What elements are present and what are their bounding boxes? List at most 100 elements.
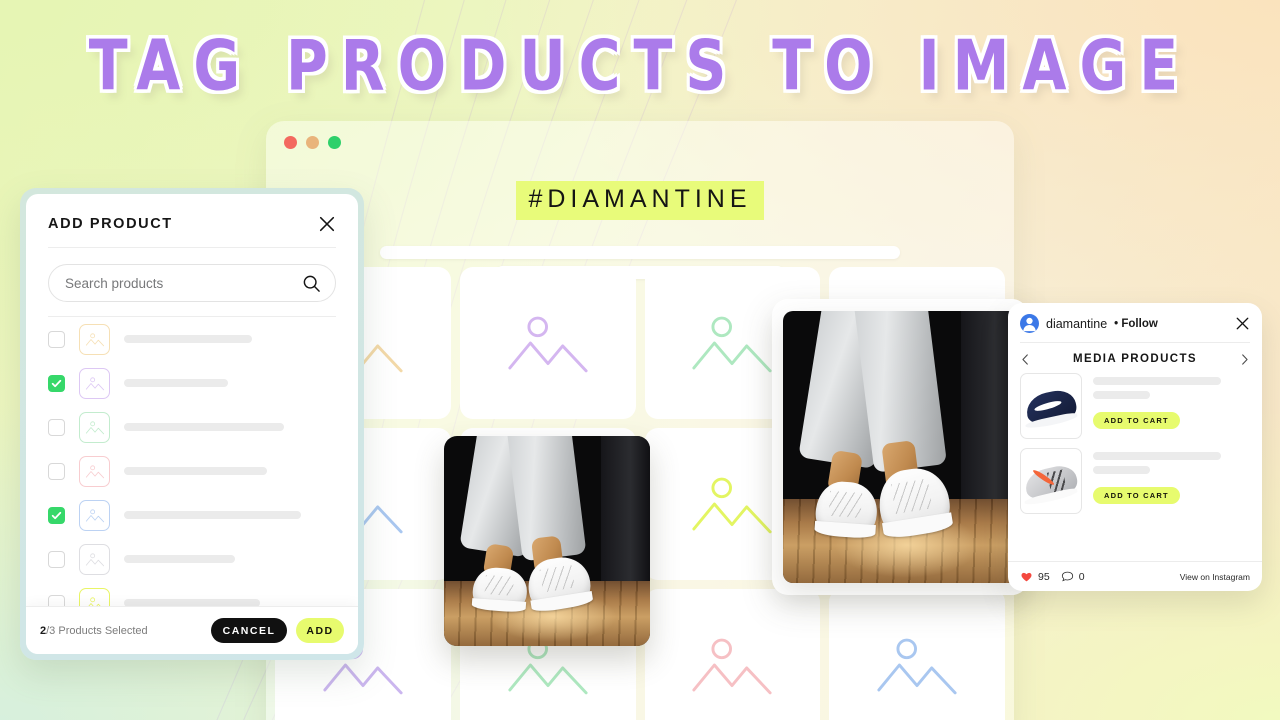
- instagram-post-header: diamantine • Follow: [1008, 303, 1262, 342]
- image-placeholder-icon: [85, 332, 104, 346]
- product-image: [1020, 373, 1082, 439]
- hashtag-banner: #DIAMANTINE: [266, 163, 1014, 220]
- image-placeholder-icon: [85, 420, 104, 434]
- product-image: [1020, 448, 1082, 514]
- image-placeholder-icon: [692, 316, 772, 373]
- image-placeholder-icon: [87, 596, 101, 606]
- product-thumbnail: [79, 367, 110, 399]
- follow-button[interactable]: • Follow: [1114, 318, 1158, 330]
- product-checkbox[interactable]: [48, 418, 65, 436]
- search-section: [26, 248, 358, 316]
- product-thumbnail: [79, 411, 110, 443]
- product-price-placeholder: [1093, 391, 1150, 399]
- media-product-card[interactable]: ADD TO CART: [1020, 373, 1250, 439]
- instagram-username[interactable]: diamantine: [1046, 317, 1107, 331]
- product-checkbox[interactable]: [48, 550, 65, 568]
- product-checkbox[interactable]: [48, 330, 65, 348]
- image-placeholder-icon: [692, 638, 772, 695]
- image-placeholder-icon: [692, 477, 772, 534]
- add-to-cart-button[interactable]: ADD TO CART: [1093, 412, 1180, 429]
- add-product-modal: ADD PRODUCT 2/3 Products Selected CANCE: [26, 194, 358, 654]
- image-placeholder-icon: [85, 508, 104, 522]
- media-products-nav: MEDIA PRODUCTS: [1008, 343, 1262, 373]
- gallery-tile[interactable]: [829, 589, 1005, 720]
- product-thumbnail: [79, 323, 110, 355]
- add-button[interactable]: ADD: [296, 618, 344, 643]
- product-list-item[interactable]: [48, 493, 336, 537]
- page-title: TAG PRODUCTS TO IMAGE: [88, 26, 1192, 107]
- view-on-instagram-link[interactable]: View on Instagram: [1180, 572, 1250, 582]
- add-to-cart-button[interactable]: ADD TO CART: [1093, 487, 1180, 504]
- browser-title-bar: [266, 121, 1014, 163]
- likes-count: 95: [1038, 570, 1050, 583]
- check-icon: [51, 511, 62, 519]
- search-icon[interactable]: [302, 274, 321, 293]
- product-name-placeholder: [124, 555, 235, 563]
- product-list-item[interactable]: [48, 317, 336, 361]
- selected-count-suffix: /3 Products Selected: [46, 624, 148, 637]
- image-placeholder-icon: [85, 464, 104, 478]
- product-thumbnail: [79, 543, 110, 575]
- cancel-button[interactable]: CANCEL: [211, 618, 287, 643]
- hashtag-label: #DIAMANTINE: [516, 181, 764, 220]
- product-name-placeholder: [124, 335, 252, 343]
- window-close-dot[interactable]: [284, 135, 297, 149]
- product-list-item[interactable]: [48, 537, 336, 581]
- product-price-placeholder: [1093, 466, 1150, 474]
- media-products-panel: diamantine • Follow MEDIA PRODUCTS ADD T…: [1008, 303, 1262, 591]
- chevron-right-icon[interactable]: [1239, 353, 1250, 365]
- product-checkbox[interactable]: [48, 462, 65, 480]
- instagram-post-stats: 95 0 View on Instagram: [1008, 561, 1262, 591]
- window-maximize-dot[interactable]: [328, 135, 341, 149]
- search-box[interactable]: [48, 264, 336, 302]
- media-products-list: ADD TO CART ADD TO CART: [1008, 373, 1262, 561]
- media-product-card[interactable]: ADD TO CART: [1020, 448, 1250, 514]
- close-icon[interactable]: [1235, 316, 1250, 331]
- chevron-left-icon[interactable]: [1020, 353, 1031, 365]
- product-thumbnail: [79, 587, 110, 606]
- comments-count: 0: [1078, 570, 1085, 583]
- product-checkbox[interactable]: [48, 506, 65, 524]
- product-name-placeholder: [124, 423, 284, 431]
- modal-title: ADD PRODUCT: [48, 216, 173, 232]
- product-title-placeholder: [1093, 452, 1221, 460]
- modal-footer: 2/3 Products Selected CANCEL ADD: [26, 606, 358, 654]
- heart-icon[interactable]: [1020, 570, 1033, 583]
- image-placeholder-icon: [508, 316, 588, 373]
- search-input[interactable]: [65, 275, 294, 291]
- avatar[interactable]: [1020, 314, 1039, 333]
- sneaker-photo: [444, 436, 650, 646]
- product-name-placeholder: [124, 511, 301, 519]
- product-name-placeholder: [124, 599, 260, 606]
- product-thumbnail: [79, 499, 110, 531]
- product-title-placeholder: [1093, 377, 1221, 385]
- product-list-item[interactable]: [48, 449, 336, 493]
- product-list-item[interactable]: [48, 581, 336, 606]
- check-icon: [51, 379, 62, 387]
- gallery-tile[interactable]: [644, 589, 821, 720]
- comment-icon[interactable]: [1061, 570, 1074, 583]
- gallery-tile[interactable]: [459, 267, 636, 419]
- product-thumbnail: [79, 455, 110, 487]
- window-minimize-dot[interactable]: [306, 135, 319, 149]
- product-name-placeholder: [124, 467, 267, 475]
- modal-header: ADD PRODUCT: [26, 194, 358, 247]
- gallery-photo-card-center[interactable]: [444, 436, 650, 646]
- media-products-title: MEDIA PRODUCTS: [1073, 353, 1197, 365]
- close-icon[interactable]: [318, 215, 336, 233]
- placeholder-bar-primary: [380, 246, 900, 259]
- add-product-modal-frame: ADD PRODUCT 2/3 Products Selected CANCE: [20, 188, 364, 660]
- product-list-item[interactable]: [48, 361, 336, 405]
- gallery-photo-card-large[interactable]: [783, 311, 1017, 583]
- product-checkbox[interactable]: [48, 374, 65, 392]
- sneaker-photo-large: [783, 311, 1017, 583]
- product-checkbox[interactable]: [48, 594, 65, 606]
- product-info: ADD TO CART: [1093, 448, 1250, 514]
- product-list-item[interactable]: [48, 405, 336, 449]
- product-list: [26, 317, 358, 606]
- image-placeholder-icon: [85, 552, 104, 566]
- product-name-placeholder: [124, 379, 228, 387]
- selected-count-label: 2/3 Products Selected: [40, 625, 148, 637]
- product-info: ADD TO CART: [1093, 373, 1250, 439]
- image-placeholder-icon: [877, 638, 957, 695]
